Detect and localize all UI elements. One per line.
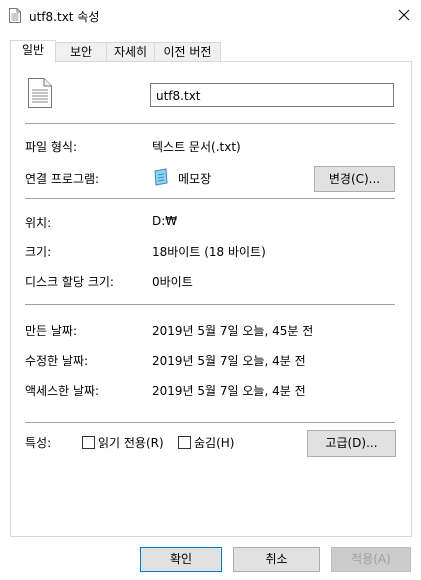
modified-label: 수정한 날짜: (25, 354, 89, 368)
apply-button[interactable]: 적용(A) (331, 547, 411, 572)
accessed-label: 액세스한 날짜: (25, 384, 100, 398)
separator (25, 304, 395, 305)
opens-with-label: 연결 프로그램: (25, 172, 100, 186)
file-name-input[interactable]: utf8.txt (150, 83, 394, 107)
window-title: utf8.txt 속성 (29, 10, 100, 24)
checkbox-box[interactable] (178, 436, 191, 449)
change-button[interactable]: 변경(C)... (314, 166, 395, 192)
close-icon (398, 9, 410, 21)
hidden-label: 숨김(H) (194, 436, 235, 450)
notepad-icon (154, 168, 168, 186)
size-value: 18바이트 (18 바이트) (152, 245, 266, 259)
readonly-label: 읽기 전용(R) (98, 436, 164, 450)
ok-button[interactable]: 확인 (140, 547, 222, 572)
location-value: D:₩ (152, 214, 178, 228)
file-type-label: 파일 형식: (25, 140, 78, 154)
attributes-label: 특성: (25, 436, 52, 450)
created-label: 만든 날짜: (25, 324, 78, 338)
tab-general[interactable]: 일반 (10, 40, 56, 63)
title-bar: utf8.txt 속성 (0, 0, 421, 32)
size-label: 크기: (25, 245, 52, 259)
separator (25, 198, 395, 199)
size-on-disk-value: 0바이트 (152, 275, 193, 289)
created-value: 2019년 5월 7일 오늘, 45분 전 (152, 324, 314, 338)
general-panel (10, 61, 412, 537)
readonly-checkbox[interactable]: 읽기 전용(R) (82, 434, 164, 451)
advanced-button[interactable]: 고급(D)... (307, 430, 396, 457)
text-file-icon (28, 78, 52, 108)
text-file-icon (9, 8, 21, 23)
opens-with-value: 메모장 (178, 172, 212, 186)
file-type-value: 텍스트 문서(.txt) (152, 140, 241, 154)
tab-details[interactable]: 자세히 (106, 42, 155, 62)
size-on-disk-label: 디스크 할당 크기: (25, 275, 114, 289)
location-label: 위치: (25, 216, 52, 230)
separator (25, 422, 395, 423)
tab-security[interactable]: 보안 (55, 42, 107, 62)
tab-previous-versions[interactable]: 이전 버전 (154, 42, 221, 62)
separator (25, 123, 395, 124)
hidden-checkbox[interactable]: 숨김(H) (178, 434, 234, 451)
cancel-button[interactable]: 취소 (233, 547, 320, 572)
checkbox-box[interactable] (82, 436, 95, 449)
accessed-value: 2019년 5월 7일 오늘, 4분 전 (152, 384, 306, 398)
modified-value: 2019년 5월 7일 오늘, 4분 전 (152, 354, 306, 368)
close-button[interactable] (390, 2, 418, 28)
